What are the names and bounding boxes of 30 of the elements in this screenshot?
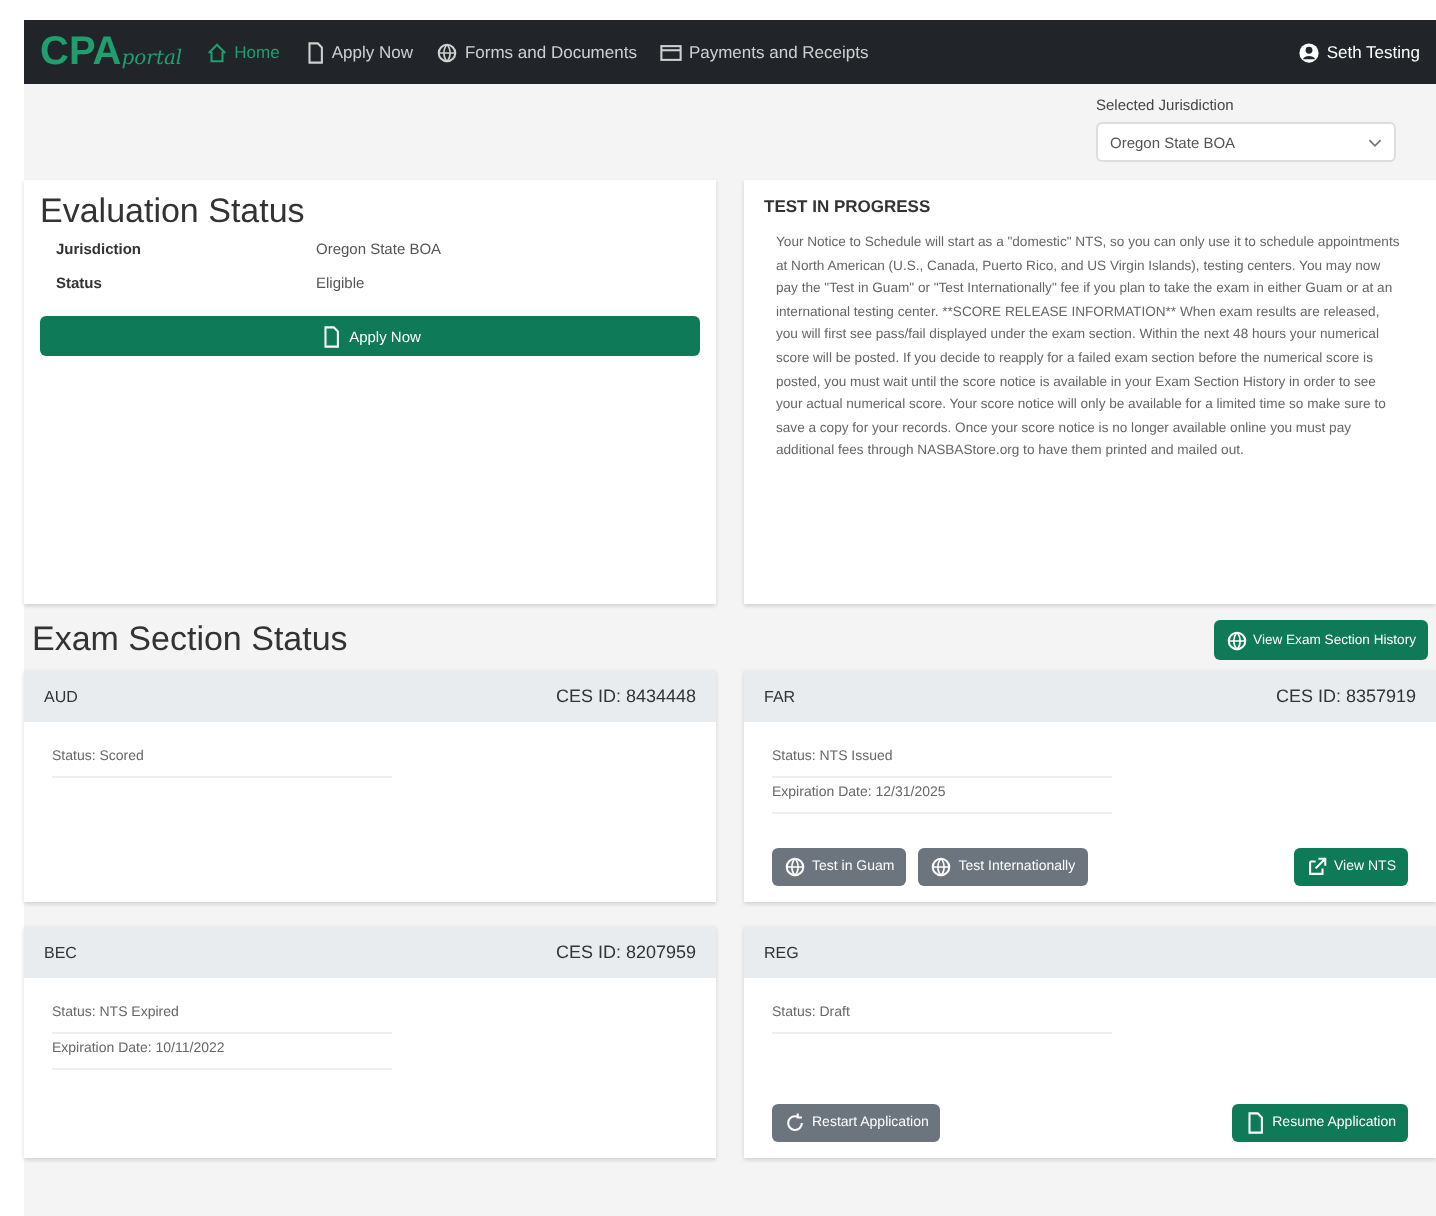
restart-icon	[784, 1112, 806, 1134]
logo-text[interactable]: CPA	[40, 29, 122, 75]
dropdown-caret-icon	[1368, 137, 1382, 147]
section-code: FAR	[764, 687, 796, 705]
document-icon	[303, 41, 326, 63]
nav-link[interactable]: Apply Now	[303, 41, 413, 63]
globe-icon	[1225, 629, 1248, 651]
section-code: AUD	[44, 687, 78, 705]
logo-script-text: portal	[121, 47, 183, 69]
document-icon	[319, 325, 342, 347]
globe-icon	[930, 856, 953, 878]
ces-id: CES ID: 8357919	[1275, 686, 1416, 706]
nav-link[interactable]: Home	[206, 41, 280, 63]
user-menu[interactable]: Seth Testing	[1298, 41, 1420, 63]
evaluation-title: Evaluation Status	[40, 192, 307, 232]
globe-icon	[784, 856, 806, 878]
notice-title: TEST IN PROGRESS	[764, 196, 933, 216]
nav-link[interactable]: Forms and Documents	[436, 41, 637, 63]
nav-link[interactable]: Payments and Receipts	[660, 41, 869, 63]
document-icon	[1244, 1112, 1267, 1134]
ces-id: CES ID: 8207959	[555, 942, 696, 962]
ces-id: CES ID: 8434448	[555, 686, 696, 706]
external-link-icon	[1306, 856, 1328, 878]
user-icon	[1298, 41, 1321, 63]
home-icon	[206, 41, 229, 63]
exam-section-title: Exam Section Status	[32, 620, 348, 660]
section-code: REG	[764, 943, 799, 961]
card-icon	[660, 41, 683, 63]
section-code: BEC	[44, 943, 77, 961]
globe-icon	[436, 41, 459, 63]
